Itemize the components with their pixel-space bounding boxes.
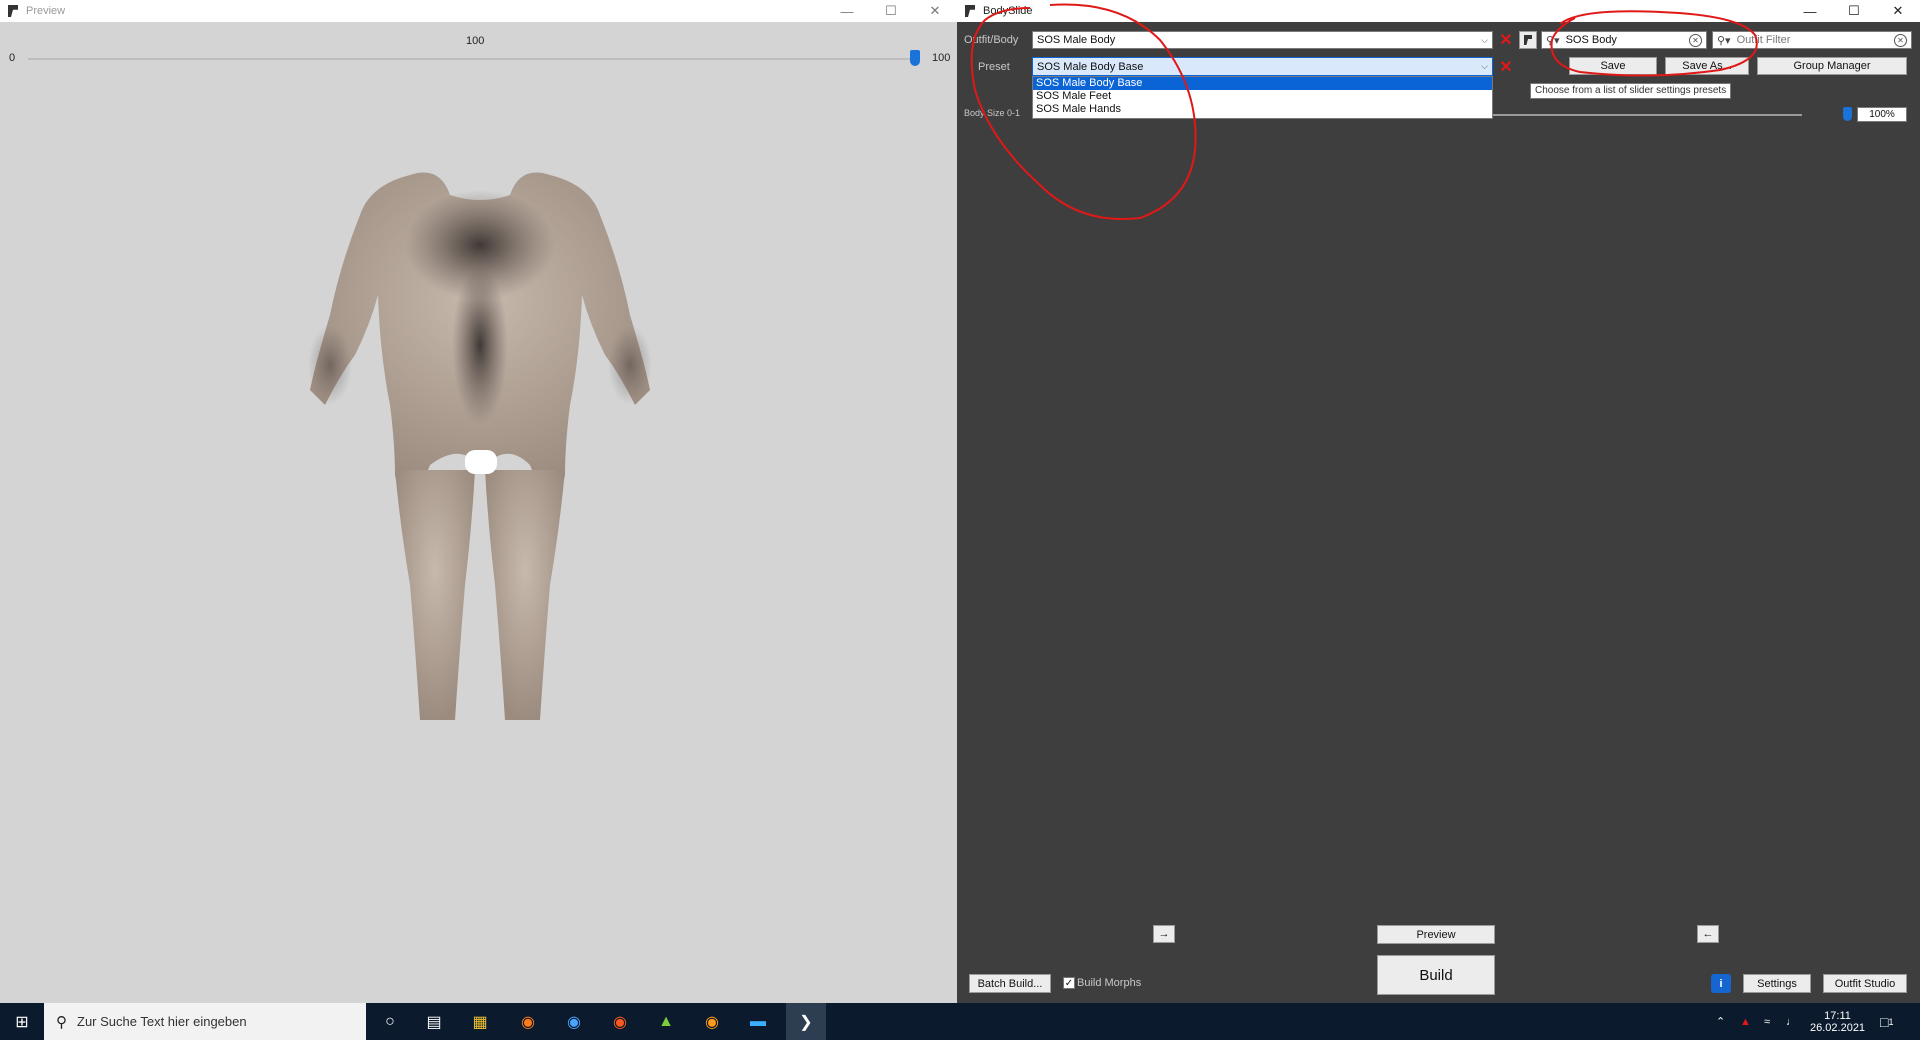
taskbar-search-box[interactable]: ⚲ Zur Suche Text hier eingeben [44, 1003, 366, 1040]
notification-count: 1 [1888, 1016, 1894, 1027]
clock-date: 26.02.2021 [1810, 1021, 1866, 1034]
search-icon: ⚲ [56, 1013, 67, 1031]
taskbar-search-placeholder: Zur Suche Text hier eingeben [77, 1014, 247, 1029]
windows-start-icon[interactable]: ⊞ [2, 1003, 42, 1040]
bodyslide-taskbar-icon[interactable]: ❯ [786, 1003, 826, 1040]
tray-chevron-icon[interactable]: ⌃ [1716, 1003, 1725, 1040]
app-icon-orange[interactable]: ◉ [600, 1003, 640, 1040]
volume-icon[interactable]: ♩ [1786, 1003, 1797, 1040]
clock-time: 17:11 [1824, 1009, 1851, 1022]
annotation-circle-group-filter [1550, 10, 1758, 77]
annotation-circle-preset [970, 3, 1197, 220]
cortana-icon[interactable]: ○ [370, 1003, 410, 1040]
app-icon-blue[interactable]: ◉ [554, 1003, 594, 1040]
file-explorer-icon[interactable]: ▦ [460, 1003, 500, 1040]
firefox-icon[interactable]: ◉ [508, 1003, 548, 1040]
tray-app-icon[interactable]: ▲ [1740, 1003, 1751, 1040]
app-icon-green[interactable]: ▲ [646, 1003, 686, 1040]
clock[interactable]: 17:11 26.02.2021 [1810, 1003, 1865, 1040]
notification-icon[interactable]: □ 1 [1880, 1003, 1893, 1040]
firefox-icon[interactable]: ◉ [692, 1003, 732, 1040]
task-view-icon[interactable]: ▤ [414, 1003, 454, 1040]
taskbar: ⊞ ⚲ Zur Suche Text hier eingeben ○ ▤ ▦ ◉… [0, 1003, 1920, 1040]
red-annotation-overlay [970, 3, 1758, 220]
app-icon-cyan[interactable]: ▬ [738, 1003, 778, 1040]
network-icon[interactable]: ≈ [1764, 1003, 1770, 1040]
